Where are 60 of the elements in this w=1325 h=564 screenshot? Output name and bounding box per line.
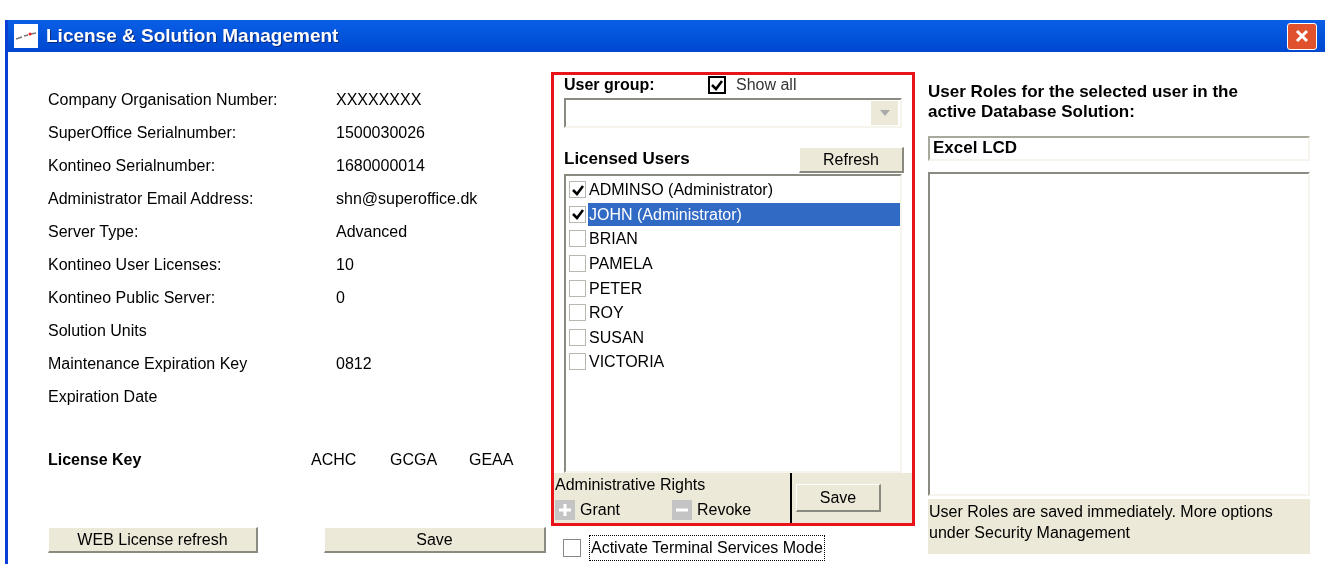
administrative-rights-label: Administrative Rights [555,475,707,496]
license-key-part: ACHC [311,449,358,470]
detail-label: Kontineo Serialnumber: [48,155,217,176]
terminal-services-checkbox[interactable] [563,539,581,557]
detail-value: shn@superoffice.dk [336,188,478,209]
license-key-part: GCGA [390,449,439,470]
user-checkbox[interactable] [569,230,586,248]
detail-label: Kontineo User Licenses: [48,254,223,275]
user-checkbox[interactable] [569,254,586,272]
user-list-item[interactable]: VICTORIA [588,350,900,374]
app-icon [14,24,38,48]
user-checkbox[interactable] [569,353,586,371]
refresh-button[interactable]: Refresh [799,147,904,174]
license-key-part: GEAA [469,449,515,470]
user-list-item[interactable]: SUSAN [588,325,900,349]
minus-icon[interactable] [672,500,692,521]
detail-label: SuperOffice Serialnumber: [48,122,238,143]
user-checkbox[interactable] [569,304,586,322]
window-title: License & Solution Management [46,23,339,48]
terminal-services-label[interactable]: Activate Terminal Services Mode [589,535,825,561]
license-key-label: License Key [48,449,143,470]
detail-label: Server Type: [48,221,140,242]
detail-value: 1680000014 [336,155,425,176]
detail-label: Kontineo Public Server: [48,287,217,308]
detail-value: 1500030026 [336,122,425,143]
user-list-item[interactable]: BRIAN [588,227,900,251]
user-list-item[interactable]: PAMELA [588,251,900,275]
grant-label[interactable]: Grant [580,498,672,523]
user-list-item[interactable]: JOHN (Administrator) [588,202,900,226]
user-group-label: User group: [564,75,656,95]
user-checkbox[interactable] [569,181,586,199]
roles-note: User Roles are saved immediately. More options under Security Management [928,499,1310,554]
detail-value: 0812 [336,353,372,374]
web-license-refresh-button[interactable]: WEB License refresh [48,527,258,553]
user-checkbox[interactable] [569,328,586,346]
detail-label: Solution Units [48,320,148,341]
close-icon [1294,28,1310,44]
licensed-users-title: Licensed Users [564,147,690,170]
solution-field[interactable]: Excel LCD [928,136,1310,161]
revoke-label[interactable]: Revoke [697,498,752,523]
user-list-item[interactable]: ROY [588,301,900,325]
close-button[interactable] [1287,22,1317,50]
detail-value: XXXXXXXX [336,89,422,110]
show-all-label[interactable]: Show all [736,73,797,97]
user-checkbox[interactable] [569,279,586,297]
detail-value: 0 [336,287,345,308]
save-button[interactable]: Save [796,484,881,513]
show-all-checkbox[interactable] [708,76,726,94]
save-button[interactable]: Save [324,527,546,553]
detail-value: Advanced [336,221,408,242]
detail-label: Maintenance Expiration Key [48,353,249,374]
detail-value: 10 [336,254,354,275]
detail-label: Expiration Date [48,386,159,407]
detail-label: Administrator Email Address: [48,188,255,209]
user-list-item[interactable]: ADMINSO (Administrator) [588,178,900,202]
user-list-item[interactable]: PETER [588,276,900,300]
user-roles-heading: User Roles for the selected user in the active Database Solution: [928,82,1239,122]
detail-label: Company Organisation Number: [48,89,279,110]
user-checkbox[interactable] [569,205,586,223]
plus-icon[interactable] [555,500,575,521]
